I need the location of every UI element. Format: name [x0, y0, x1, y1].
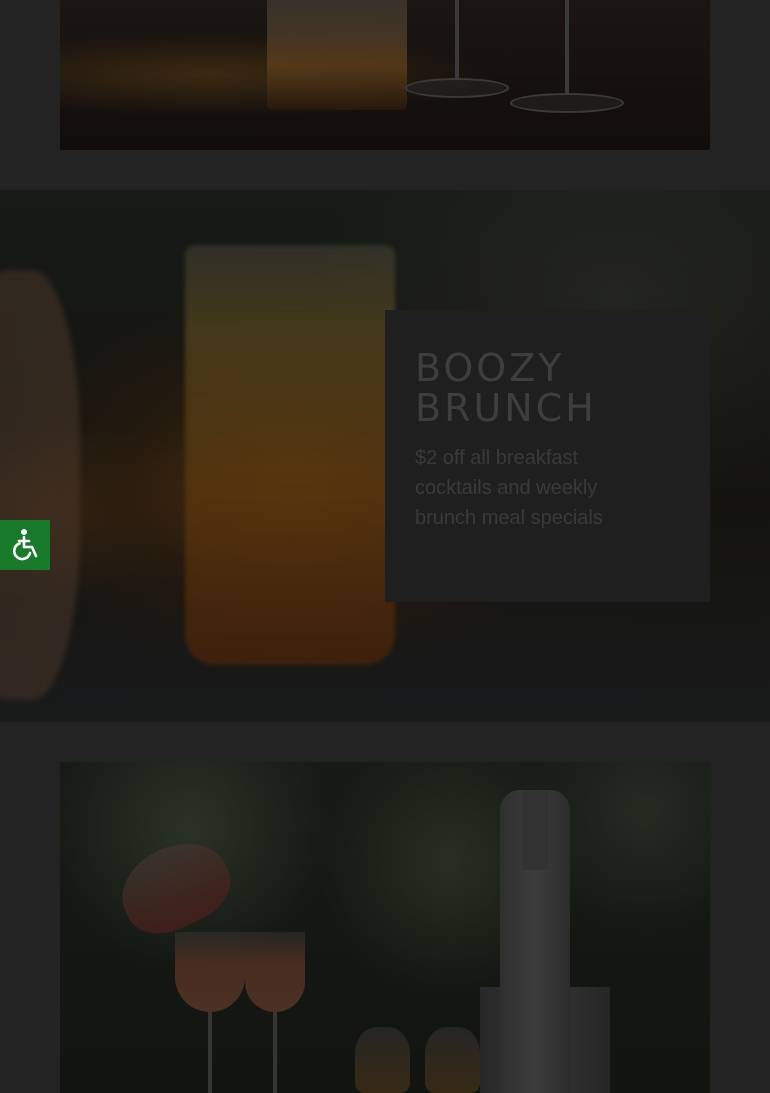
- carafe-image: [108, 827, 242, 947]
- wine-glass-stem: [273, 1012, 277, 1093]
- wine-glass-image: [245, 932, 305, 1012]
- drinks-photo-bottom: [60, 762, 710, 1093]
- promo-title: BOOZY BRUNCH: [415, 346, 597, 430]
- drinks-photo-top: [60, 0, 710, 150]
- promo-description: $2 off all breakfast cocktails and weekl…: [415, 447, 603, 529]
- page: BOOZY BRUNCH $2 off all breakfast cockta…: [0, 0, 770, 1093]
- juice-glass-image: [267, 0, 407, 110]
- wine-glass-stem: [455, 0, 459, 80]
- wine-glass-stem: [208, 1012, 212, 1093]
- bottle-neck-image: [522, 790, 548, 870]
- accessibility-button[interactable]: [0, 520, 50, 570]
- small-carafe-image: [355, 1027, 410, 1093]
- hand-image: [0, 270, 80, 700]
- wine-glass-base: [405, 78, 509, 98]
- wine-glass-image: [175, 932, 245, 1012]
- wine-glass-base: [510, 93, 624, 113]
- promo-card: BOOZY BRUNCH $2 off all breakfast cockta…: [385, 310, 710, 602]
- wine-glass-stem: [565, 0, 569, 95]
- juice-glass-image: [185, 245, 395, 665]
- wheelchair-icon: [12, 529, 38, 561]
- small-carafe-image: [425, 1027, 480, 1093]
